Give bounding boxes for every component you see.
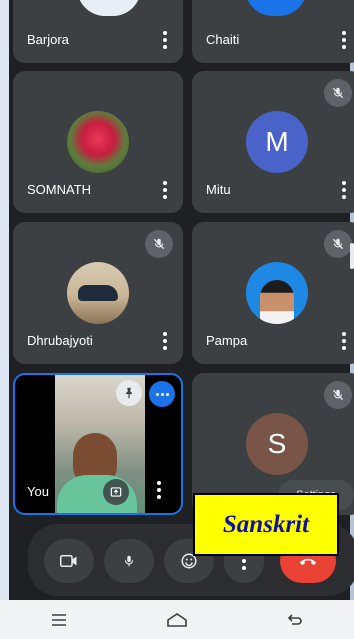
camera-button[interactable]	[44, 539, 94, 583]
more-options-icon[interactable]	[342, 332, 346, 350]
speaking-indicator-icon	[149, 381, 175, 407]
left-edge	[0, 0, 9, 600]
participant-name: Dhrubajyoti	[27, 333, 93, 348]
mic-off-icon	[145, 230, 173, 258]
more-options-icon[interactable]	[163, 332, 167, 350]
avatar-initial: S	[267, 428, 287, 459]
participant-tile-dhrubajyoti[interactable]: Dhrubajyoti	[13, 222, 183, 364]
home-button[interactable]	[157, 605, 197, 635]
mic-off-icon	[324, 79, 352, 107]
back-button[interactable]	[275, 605, 315, 635]
avatar: M	[246, 111, 308, 173]
participant-name: Mitu	[206, 182, 231, 197]
home-icon	[167, 612, 187, 627]
back-icon	[287, 613, 302, 625]
participant-tile-mitu[interactable]: M Mitu	[192, 71, 354, 213]
sanskrit-caption: Sanskrit	[193, 493, 339, 556]
avatar	[67, 262, 129, 324]
more-options-icon[interactable]	[342, 31, 346, 49]
avatar-initial: M	[265, 126, 289, 157]
participant-name: SOMNATH	[27, 182, 92, 197]
scrollbar[interactable]	[350, 243, 354, 269]
videocam-icon	[60, 555, 77, 567]
avatar	[245, 0, 307, 16]
more-options-icon[interactable]	[163, 181, 167, 199]
car-image	[78, 285, 118, 301]
present-icon[interactable]	[103, 479, 129, 505]
participant-tile-barjora[interactable]: Barjora	[13, 0, 183, 63]
mic-off-icon	[324, 381, 352, 409]
participant-tile-pampa[interactable]: Pampa	[192, 222, 354, 364]
avatar	[246, 262, 308, 324]
avatar	[77, 0, 141, 16]
self-view-tile[interactable]: You	[13, 373, 183, 515]
avatar	[67, 111, 129, 173]
pin-icon[interactable]	[116, 380, 142, 406]
participant-name: Chaiti	[206, 32, 240, 47]
participant-tile-chaiti[interactable]: Chaiti	[192, 0, 354, 63]
more-options-icon[interactable]	[163, 31, 167, 49]
system-nav-bar	[0, 600, 354, 639]
menu-icon	[52, 613, 66, 626]
mic-button[interactable]	[104, 539, 154, 583]
participant-name: Barjora	[27, 32, 69, 47]
participant-tile-somnath[interactable]: SOMNATH	[13, 71, 183, 213]
portrait	[260, 280, 294, 324]
more-options-icon[interactable]	[342, 181, 346, 199]
recents-button[interactable]	[39, 605, 79, 635]
mic-icon	[124, 555, 134, 567]
participant-name: Pampa	[206, 333, 248, 348]
more-options-icon[interactable]	[157, 481, 161, 499]
participant-name: You	[27, 484, 49, 499]
call-end-icon	[299, 558, 317, 566]
avatar: S	[246, 413, 308, 475]
mic-off-icon	[324, 230, 352, 258]
caption-text: Sanskrit	[222, 510, 310, 538]
